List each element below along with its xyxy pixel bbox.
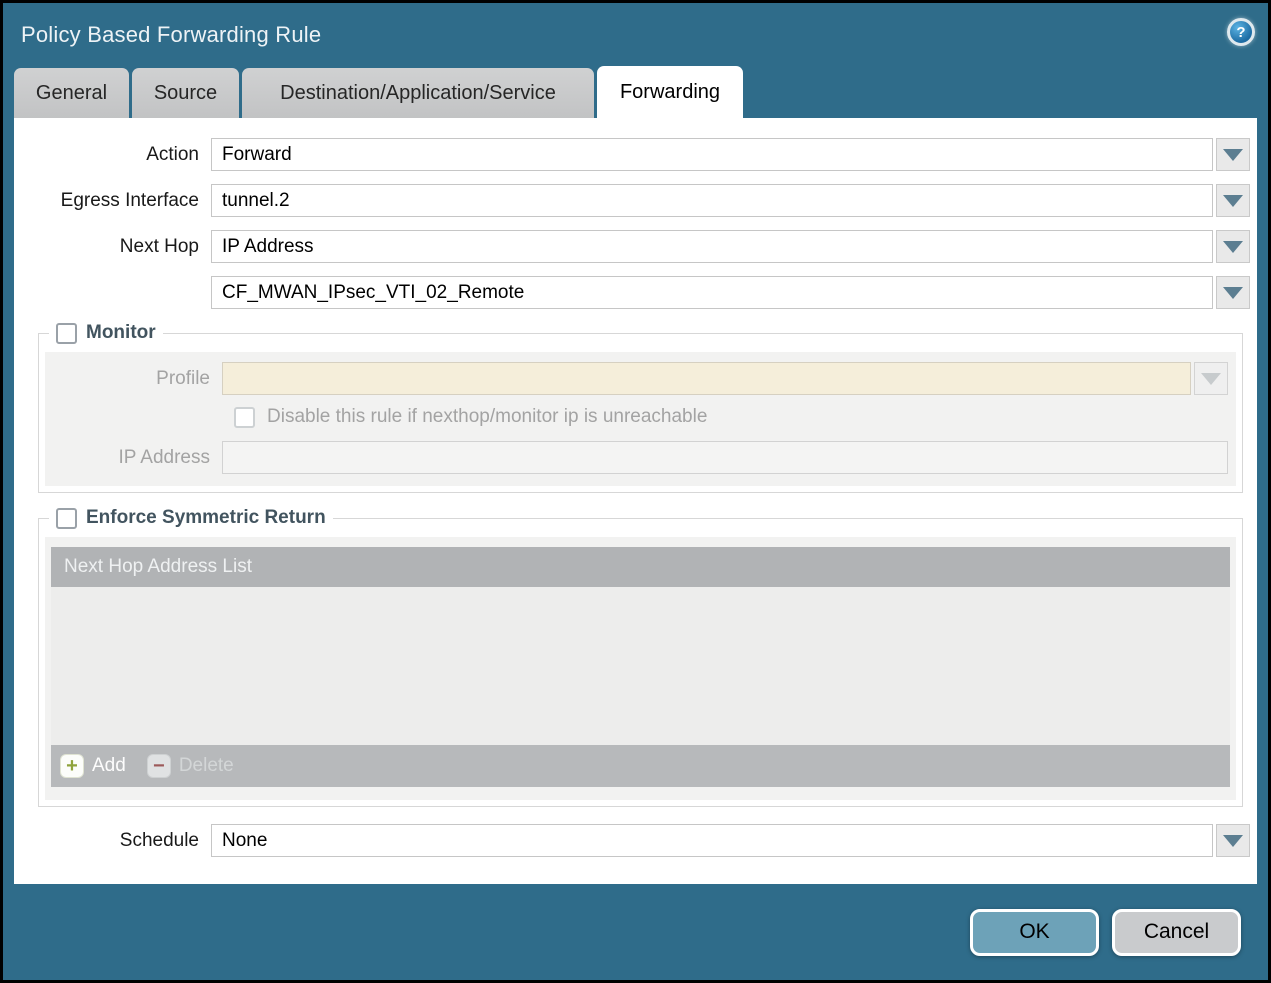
- egress-interface-label: Egress Interface: [14, 190, 211, 212]
- enforce-symmetric-return-label: Enforce Symmetric Return: [86, 507, 326, 529]
- next-hop-type-dropdown-button[interactable]: [1216, 230, 1250, 263]
- next-hop-label: Next Hop: [14, 236, 211, 258]
- schedule-label: Schedule: [14, 830, 211, 852]
- next-hop-address-list-table: Next Hop Address List + Add − Delete: [51, 547, 1230, 787]
- next-hop-type-row: Next Hop IP Address: [14, 230, 1250, 263]
- table-header: Next Hop Address List: [51, 547, 1230, 587]
- monitor-label: Monitor: [86, 322, 156, 344]
- help-icon[interactable]: ?: [1227, 18, 1255, 46]
- dropdown-arrow-icon: [1223, 287, 1243, 299]
- delete-button-label: Delete: [179, 755, 234, 777]
- next-hop-address-dropdown-button[interactable]: [1216, 276, 1250, 309]
- minus-icon: −: [147, 754, 171, 778]
- dropdown-arrow-icon: [1223, 195, 1243, 207]
- dialog-window: Policy Based Forwarding Rule ? General S…: [0, 0, 1271, 983]
- profile-label: Profile: [45, 368, 222, 390]
- egress-interface-select[interactable]: tunnel.2: [211, 184, 1213, 217]
- schedule-select[interactable]: None: [211, 824, 1213, 857]
- egress-interface-dropdown-button[interactable]: [1216, 184, 1250, 217]
- monitor-checkbox[interactable]: [56, 323, 77, 344]
- monitor-content: Profile Disable this rule if nexthop/mon…: [45, 352, 1236, 486]
- schedule-dropdown-button[interactable]: [1216, 824, 1250, 857]
- title-bar: Policy Based Forwarding Rule ?: [3, 3, 1268, 66]
- disable-rule-checkbox: [234, 407, 255, 428]
- ok-button[interactable]: OK: [970, 909, 1099, 956]
- disable-rule-label: Disable this rule if nexthop/monitor ip …: [267, 406, 707, 428]
- egress-interface-row: Egress Interface tunnel.2: [14, 184, 1250, 217]
- monitor-ip-input: [222, 441, 1228, 474]
- dropdown-arrow-icon: [1223, 241, 1243, 253]
- forwarding-tab-panel: Action Forward Egress Interface tunnel.2…: [14, 118, 1257, 884]
- dropdown-arrow-icon: [1223, 835, 1243, 847]
- tab-general[interactable]: General: [14, 68, 129, 118]
- action-label: Action: [14, 144, 211, 166]
- monitor-section: Monitor Profile Disable this rule if nex…: [38, 322, 1243, 493]
- delete-button: − Delete: [147, 754, 234, 778]
- next-hop-address-row: CF_MWAN_IPsec_VTI_02_Remote: [14, 276, 1250, 309]
- enforce-content: Next Hop Address List + Add − Delete: [45, 537, 1236, 800]
- disable-rule-row: Disable this rule if nexthop/monitor ip …: [234, 406, 1236, 428]
- tab-destination-application-service[interactable]: Destination/Application/Service: [242, 68, 594, 118]
- action-select[interactable]: Forward: [211, 138, 1213, 171]
- tab-bar: General Source Destination/Application/S…: [3, 66, 1268, 118]
- monitor-ip-label: IP Address: [45, 447, 222, 469]
- dropdown-arrow-icon: [1201, 373, 1221, 385]
- action-row: Action Forward: [14, 138, 1250, 171]
- policy-forwarding-dialog: Policy Based Forwarding Rule ? General S…: [3, 3, 1268, 980]
- tab-forwarding[interactable]: Forwarding: [597, 66, 743, 118]
- profile-row: Profile: [45, 362, 1228, 395]
- monitor-legend: Monitor: [49, 322, 163, 344]
- cancel-button[interactable]: Cancel: [1112, 909, 1241, 956]
- page-title: Policy Based Forwarding Rule: [21, 22, 321, 48]
- enforce-symmetric-return-checkbox[interactable]: [56, 508, 77, 529]
- add-button-label: Add: [92, 755, 126, 777]
- tab-source[interactable]: Source: [132, 68, 239, 118]
- dropdown-arrow-icon: [1223, 149, 1243, 161]
- enforce-symmetric-return-section: Enforce Symmetric Return Next Hop Addres…: [38, 507, 1243, 807]
- table-toolbar: + Add − Delete: [51, 745, 1230, 787]
- profile-dropdown-button: [1194, 362, 1228, 395]
- next-hop-address-select[interactable]: CF_MWAN_IPsec_VTI_02_Remote: [211, 276, 1213, 309]
- schedule-row: Schedule None: [14, 824, 1250, 857]
- table-body[interactable]: [51, 587, 1230, 745]
- enforce-legend: Enforce Symmetric Return: [49, 507, 333, 529]
- dialog-footer: OK Cancel: [3, 884, 1268, 980]
- plus-icon: +: [60, 754, 84, 778]
- action-dropdown-button[interactable]: [1216, 138, 1250, 171]
- profile-select: [222, 362, 1191, 395]
- add-button[interactable]: + Add: [60, 754, 126, 778]
- next-hop-type-select[interactable]: IP Address: [211, 230, 1213, 263]
- monitor-ip-row: IP Address: [45, 441, 1228, 474]
